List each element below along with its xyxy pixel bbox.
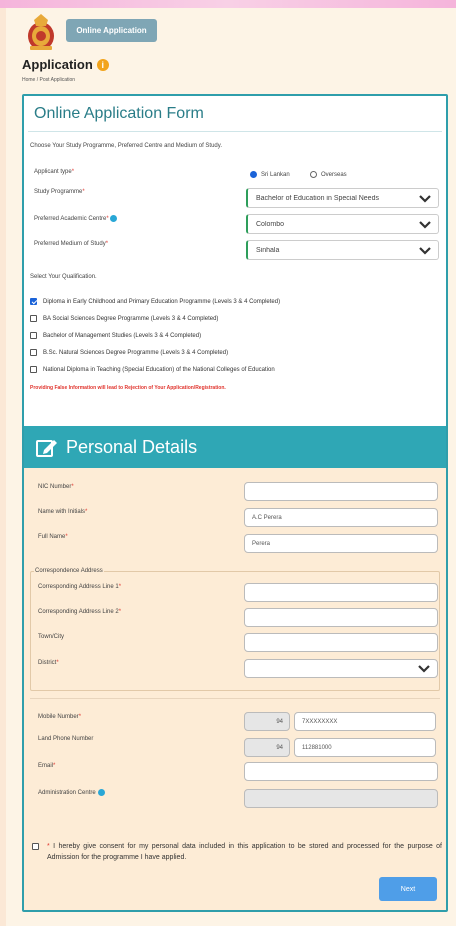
edit-icon (36, 440, 57, 457)
online-application-button[interactable]: Online Application (66, 19, 157, 42)
land-phone-label: Land Phone Number (38, 736, 94, 742)
address1-input[interactable] (244, 583, 438, 602)
form-title: Online Application Form (34, 105, 204, 122)
application-form-card: Online Application Form Choose Your Stud… (22, 94, 448, 912)
admin-centre-input (244, 789, 438, 808)
false-info-warning: Providing False Information will lead to… (30, 385, 226, 391)
town-label: Town/City (38, 634, 65, 640)
address2-input[interactable] (244, 608, 438, 627)
academic-centre-value: Colombo (256, 220, 285, 228)
title-separator (28, 131, 442, 132)
study-programme-select[interactable]: Bachelor of Education in Special Needs (246, 188, 439, 208)
page-title-text: Application (22, 57, 93, 72)
town-input[interactable] (244, 633, 438, 652)
qualification-item[interactable]: National Diploma in Teaching (Special Ed… (30, 366, 275, 373)
form-instruction: Choose Your Study Programme, Preferred C… (30, 143, 222, 149)
chevron-down-icon (419, 221, 431, 229)
qualification-checkbox[interactable] (30, 366, 37, 373)
left-strip (0, 0, 6, 926)
qualification-title: Select Your Qualification. (30, 274, 97, 280)
qualification-item[interactable]: BA Social Sciences Degree Programme (Lev… (30, 315, 218, 322)
info-icon[interactable]: i (96, 58, 109, 71)
qualification-checkbox[interactable] (30, 332, 37, 339)
qualification-item[interactable]: Diploma in Early Childhood and Primary E… (30, 298, 280, 305)
applicant-type-label: Applicant type* (34, 169, 75, 175)
personal-details-header: Personal Details (24, 426, 446, 468)
medium-label: Preferred Medium of Study* (34, 241, 109, 247)
full-name-input[interactable]: Perera (244, 534, 438, 553)
chevron-down-icon (418, 665, 430, 673)
mobile-label: Mobile Number* (38, 714, 82, 720)
chevron-down-icon (419, 247, 431, 255)
top-gradient-bar (0, 0, 456, 8)
nic-input[interactable] (244, 482, 438, 501)
qualification-label: BA Social Sciences Degree Programme (Lev… (43, 315, 219, 322)
qualification-label: Diploma in Early Childhood and Primary E… (43, 298, 281, 305)
qualification-checkbox[interactable] (30, 349, 37, 356)
full-name-label: Full Name* (38, 534, 68, 540)
radio-sri-lankan[interactable]: Sri Lankan (250, 171, 290, 178)
address-legend: Correspondence Address (34, 568, 104, 574)
nic-label: NIC Number* (38, 484, 74, 490)
email-label: Email* (38, 763, 56, 769)
medium-select[interactable]: Sinhala (246, 240, 439, 260)
radio-overseas[interactable]: Overseas (310, 171, 347, 178)
land-phone-input[interactable]: 112881000 (294, 738, 436, 757)
mobile-country-code: 94 (244, 712, 290, 731)
mobile-input[interactable]: 7XXXXXXXX (294, 712, 436, 731)
land-phone-country-code: 94 (244, 738, 290, 757)
radio-overseas-dot[interactable] (310, 171, 317, 178)
emblem-logo (28, 14, 54, 50)
qualification-checkbox[interactable] (30, 298, 37, 305)
page-title: Application i (22, 57, 109, 72)
qualification-label: Bachelor of Management Studies (Levels 3… (43, 332, 202, 339)
chevron-down-icon (419, 195, 431, 203)
radio-sri-lankan-label: Sri Lankan (261, 171, 290, 178)
qualification-label: National Diploma in Teaching (Special Ed… (43, 366, 275, 373)
info-icon[interactable] (109, 215, 117, 222)
consent-text: * I hereby give consent for my personal … (47, 843, 442, 861)
qualification-item[interactable]: Bachelor of Management Studies (Levels 3… (30, 332, 201, 339)
breadcrumb[interactable]: Home / Post Application (22, 77, 75, 83)
qualification-checkbox[interactable] (30, 315, 37, 322)
name-initials-label: Name with Initials* (38, 509, 88, 515)
radio-overseas-label: Overseas (321, 171, 347, 178)
admin-centre-label: Administration Centre (38, 789, 106, 796)
qualification-label: B.Sc. Natural Sciences Degree Programme … (43, 349, 229, 356)
address1-label: Corresponding Address Line 1* (38, 584, 122, 590)
radio-sri-lankan-dot[interactable] (250, 171, 257, 178)
medium-value: Sinhala (256, 246, 280, 254)
academic-centre-select[interactable]: Colombo (246, 214, 439, 234)
qualification-item[interactable]: B.Sc. Natural Sciences Degree Programme … (30, 349, 228, 356)
email-input[interactable] (244, 762, 438, 781)
academic-centre-label: Preferred Academic Centre* (34, 215, 117, 222)
info-icon[interactable] (98, 789, 106, 796)
name-initials-input[interactable]: A.C Perera (244, 508, 438, 527)
consent-row[interactable]: * I hereby give consent for my personal … (32, 841, 442, 863)
district-select[interactable] (244, 659, 438, 678)
address2-label: Corresponding Address Line 2* (38, 609, 122, 615)
personal-details-title: Personal Details (66, 436, 198, 457)
study-programme-value: Bachelor of Education in Special Needs (256, 194, 379, 202)
section-divider (30, 698, 440, 699)
district-label: District* (38, 660, 59, 666)
consent-checkbox[interactable] (32, 843, 39, 850)
next-button[interactable]: Next (379, 877, 437, 901)
study-programme-label: Study Programme* (34, 189, 85, 195)
